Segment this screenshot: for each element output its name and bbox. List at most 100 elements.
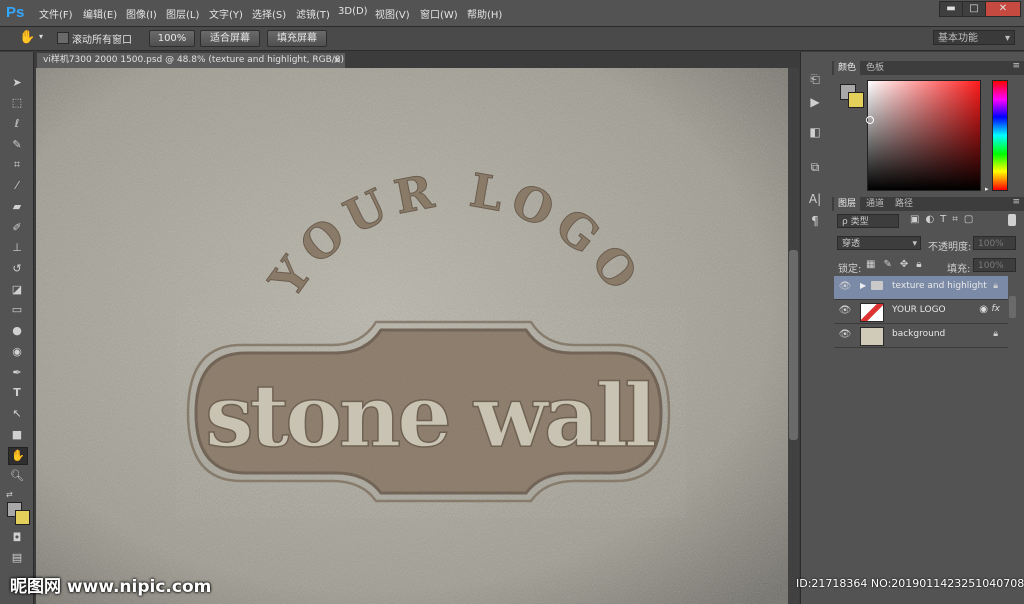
main-logo-text: stone wall — [205, 366, 655, 467]
layer-filter-icons[interactable]: ▣◐T⌗▢ — [910, 214, 979, 225]
clone-stamp-tool-icon[interactable]: ⊥ — [8, 240, 26, 256]
fit-screen-button[interactable]: 适合屏幕 — [200, 30, 260, 47]
layer-row[interactable]: 👁︎ ▶ texture and highlight 🔒︎ — [834, 276, 1008, 300]
tab-swatches[interactable]: 色板 — [862, 61, 888, 75]
properties-panel-icon[interactable]: ⧉ — [806, 158, 824, 176]
adjustments-panel-icon[interactable]: ◧ — [806, 123, 824, 141]
eraser-tool-icon[interactable]: ◪ — [8, 282, 26, 298]
visibility-eye-icon[interactable]: 👁︎ — [838, 280, 852, 294]
lasso-tool-icon[interactable]: ℓ — [8, 116, 26, 132]
panel-menu-icon[interactable]: ≡ — [1012, 197, 1020, 207]
chevron-down-icon[interactable]: ▾ — [39, 32, 43, 41]
color-panel-tabs: 颜色 色板 ≡ — [832, 61, 1024, 75]
layer-thumbnail — [860, 303, 884, 322]
vertical-scroll-thumb[interactable] — [789, 250, 798, 440]
blend-mode-select[interactable]: 穿透 ▾ — [837, 236, 921, 250]
blend-mode-value: 穿透 — [842, 239, 861, 249]
panel-menu-icon[interactable]: ≡ — [1012, 61, 1020, 71]
hand-tool-icon[interactable]: ✋ — [8, 447, 28, 465]
close-document-icon[interactable]: × — [333, 53, 343, 68]
layer-filter-select[interactable]: ρ 类型 — [837, 214, 899, 228]
opacity-input[interactable]: 100% — [973, 236, 1016, 250]
menu-help[interactable]: 帮助(H) — [467, 6, 502, 21]
restore-button[interactable]: □ — [962, 1, 986, 17]
color-spectrum-field[interactable] — [867, 80, 981, 191]
rectangle-tool-icon[interactable]: ■ — [8, 427, 26, 443]
menu-3d[interactable]: 3D(D) — [338, 6, 368, 17]
move-tool-icon[interactable]: ➤ — [8, 75, 26, 91]
scroll-all-label: 滚动所有窗口 — [72, 35, 132, 46]
zoom-100-button[interactable]: 100% — [149, 30, 195, 47]
stone-wall-artwork: stone wall YOUR LOGO — [36, 68, 788, 604]
menu-filter[interactable]: 滤镜(T) — [296, 6, 330, 21]
layer-row[interactable]: 👁︎ background 🔒︎ — [834, 324, 1008, 348]
workspace-value: 基本功能 — [938, 33, 978, 44]
scroll-all-checkbox[interactable] — [57, 32, 69, 44]
quick-mask-icon[interactable]: ◘ — [8, 530, 26, 546]
layer-style-icon[interactable]: ◉ — [979, 304, 988, 315]
fill-input[interactable]: 100% — [973, 258, 1016, 272]
actions-play-icon[interactable]: ▶ — [806, 93, 824, 111]
marquee-tool-icon[interactable]: ⬚ — [8, 95, 26, 111]
layers-panel-tabs: 图层 通道 路径 ≡ — [832, 197, 1024, 211]
visibility-eye-icon[interactable]: 👁︎ — [838, 304, 852, 318]
eyedropper-tool-icon[interactable]: ⁄ — [8, 178, 26, 194]
tab-channels[interactable]: 通道 — [862, 197, 888, 211]
path-select-tool-icon[interactable]: ↖ — [8, 406, 26, 422]
quick-select-tool-icon[interactable]: ✎ — [8, 137, 26, 153]
menu-view[interactable]: 视图(V) — [375, 6, 410, 21]
document-canvas[interactable]: stone wall YOUR LOGO — [36, 68, 788, 604]
document-tab[interactable]: vi样机7300 2000 1500.psd @ 48.8% (texture … — [37, 53, 345, 68]
id-watermark: ID:21718364 NO:20190114232510407084 — [796, 577, 1024, 590]
folder-icon — [871, 281, 883, 290]
visibility-eye-icon[interactable]: 👁︎ — [838, 328, 852, 342]
fx-badge[interactable]: fx — [992, 304, 1001, 314]
crop-tool-icon[interactable]: ⌗ — [8, 157, 26, 173]
history-panel-icon[interactable]: ⎗ — [806, 70, 824, 88]
layer-row[interactable]: 👁︎ YOUR LOGO ◉ fx — [834, 300, 1008, 324]
history-brush-tool-icon[interactable]: ↺ — [8, 261, 26, 277]
menu-layer[interactable]: 图层(L) — [166, 6, 199, 21]
layer-thumbnail — [860, 327, 884, 346]
menu-edit[interactable]: 编辑(E) — [83, 6, 117, 21]
layer-name: YOUR LOGO — [892, 305, 946, 315]
healing-brush-tool-icon[interactable]: ▰ — [8, 199, 26, 215]
gradient-tool-icon[interactable]: ▭ — [8, 302, 26, 318]
blur-tool-icon[interactable]: ● — [8, 323, 26, 339]
hue-slider[interactable] — [992, 80, 1008, 191]
lock-icon: 🔒︎ — [993, 329, 998, 339]
tab-layers[interactable]: 图层 — [834, 197, 861, 211]
dodge-tool-icon[interactable]: ◉ — [8, 344, 26, 360]
tab-paths[interactable]: 路径 — [891, 197, 917, 211]
close-button[interactable]: ✕ — [985, 1, 1021, 17]
screen-mode-icon[interactable]: ▤ — [8, 550, 26, 566]
site-watermark: 昵图网 www.nipic.com — [10, 577, 212, 597]
minimize-button[interactable]: ▬ — [939, 1, 963, 17]
menu-file[interactable]: 文件(F) — [39, 6, 73, 21]
menu-type[interactable]: 文字(Y) — [209, 6, 243, 21]
chevron-down-icon: ▾ — [1004, 33, 1010, 44]
menu-image[interactable]: 图像(I) — [126, 6, 157, 21]
menu-window[interactable]: 窗口(W) — [420, 6, 458, 21]
background-color-swatch[interactable] — [15, 510, 30, 525]
layers-scrollbar[interactable] — [1009, 296, 1016, 318]
menu-select[interactable]: 选择(S) — [252, 6, 286, 21]
zoom-tool-icon[interactable]: 🔍︎ — [8, 468, 26, 484]
expand-arrow-icon[interactable]: ▶ — [860, 281, 866, 290]
workspace-select[interactable]: 基本功能 ▾ — [933, 30, 1015, 45]
hand-tool-preset-icon[interactable]: ✋ — [19, 30, 37, 46]
opacity-label: 不透明度: — [928, 242, 972, 253]
filter-toggle-icon[interactable] — [1008, 214, 1016, 226]
character-panel-icon[interactable]: A| — [806, 190, 824, 208]
default-colors-icon[interactable]: ⇄ — [6, 490, 13, 499]
hue-slider-handle-icon[interactable]: ▸ — [985, 185, 989, 193]
color-picker-cursor[interactable] — [866, 116, 874, 124]
paragraph-panel-icon[interactable]: ¶ — [806, 212, 824, 230]
tab-color[interactable]: 颜色 — [834, 61, 861, 75]
fill-screen-button[interactable]: 填充屏幕 — [267, 30, 327, 47]
lock-options-icons[interactable]: ▦✎✥🔒︎ — [866, 259, 930, 270]
brush-tool-icon[interactable]: ✐ — [8, 220, 26, 236]
pen-tool-icon[interactable]: ✒ — [8, 365, 26, 381]
color-background-swatch[interactable] — [848, 92, 864, 108]
type-tool-icon[interactable]: T — [8, 385, 26, 401]
